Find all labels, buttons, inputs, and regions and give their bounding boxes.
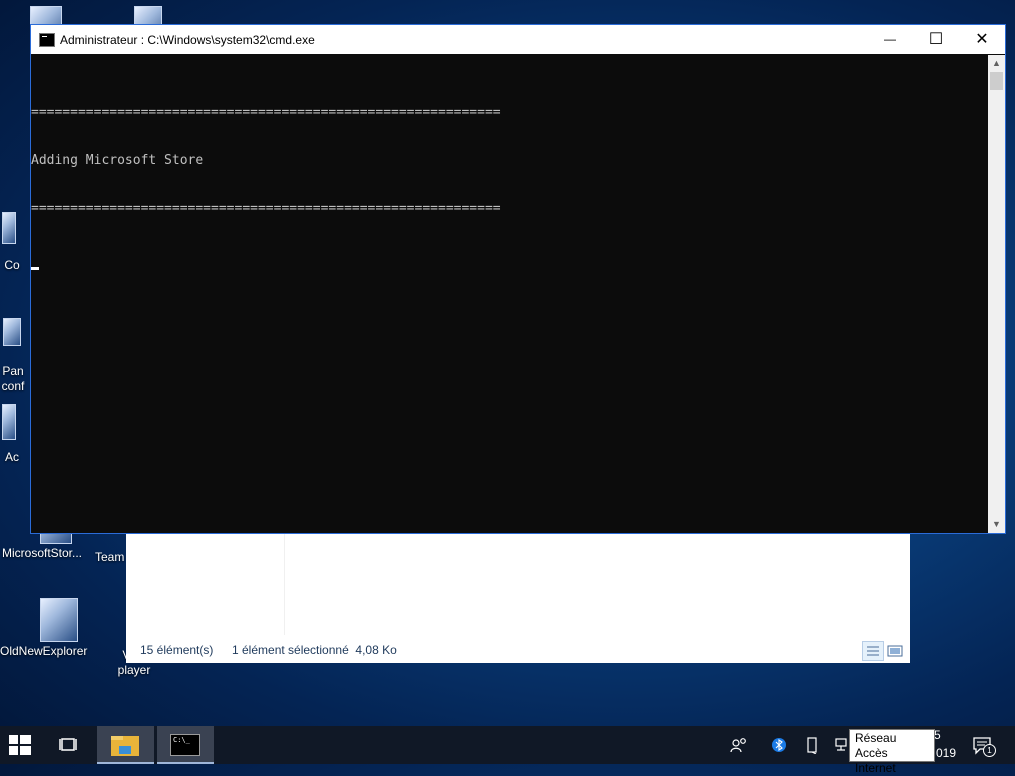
action-center-button[interactable]: 1 [972,735,996,757]
explorer-status-bar: 15 élément(s) 1 élément sélectionné 4,08… [126,635,910,663]
tooltip-line-1: Réseau [855,731,897,745]
taskbar-file-explorer[interactable] [97,726,154,764]
cmd-icon: C:\_ [170,734,200,756]
start-button[interactable] [0,726,40,764]
notification-count-badge: 1 [983,744,996,757]
status-item-count: 15 élément(s) [140,643,214,657]
oldnewexplorer-icon [40,598,78,642]
task-view-icon [59,738,77,751]
tooltip-line-2: Accès Internet [855,746,896,775]
desktop-icon-oldnewexplorer[interactable]: OldNewExplorer [0,598,88,659]
scroll-thumb[interactable] [990,72,1003,90]
console-line: ========================================… [31,105,501,120]
close-button[interactable]: ✕ [959,25,1005,54]
navigation-pane-divider [284,534,285,635]
file-explorer-window: 15 élément(s) 1 élément sélectionné 4,08… [126,534,910,663]
clock-date[interactable]: 019 [936,746,956,760]
console-output[interactable]: ========================================… [31,55,988,533]
clock-time[interactable]: 5 [934,728,941,742]
cmd-title-bar[interactable]: Administrateur : C:\Windows\system32\cmd… [31,25,1005,54]
network-tooltip: Réseau Accès Internet [849,729,935,775]
console-line: Adding Microsoft Store [31,153,204,168]
cmd-app-icon[interactable] [39,33,55,47]
usb-device-icon[interactable] [803,736,821,755]
large-icons-view-icon [887,645,903,657]
vertical-scrollbar[interactable]: ▲ ▼ [988,55,1005,533]
usb-glyph-icon [807,737,817,755]
people-glyph-icon [730,738,746,753]
desktop-icon-label: OldNewExplorer [0,644,88,658]
people-icon[interactable] [730,736,748,754]
maximize-button[interactable]: ☐ [913,25,959,54]
scroll-up-button[interactable]: ▲ [988,55,1005,72]
bluetooth-glyph-icon [772,738,786,752]
large-icons-view-button[interactable] [884,641,906,661]
window-title: Administrateur : C:\Windows\system32\cmd… [60,33,315,47]
cmd-icon-text: C:\_ [173,736,190,744]
details-view-button[interactable] [862,641,884,661]
app-icon [2,212,16,244]
minimize-button[interactable]: — [867,25,913,54]
taskbar-cmd[interactable]: C:\_ [157,726,214,764]
task-view-button[interactable] [48,726,88,764]
text-cursor [31,267,39,270]
console-line: ========================================… [31,201,501,216]
app-icon [2,404,16,440]
bluetooth-icon[interactable] [770,736,788,754]
status-selection: 1 élément sélectionné 4,08 Ko [232,643,397,657]
file-explorer-icon [111,736,139,756]
details-view-icon [867,646,879,656]
windows-logo-icon [9,735,31,755]
scroll-down-button[interactable]: ▼ [988,516,1005,533]
control-panel-icon [3,318,21,346]
cmd-window[interactable]: Administrateur : C:\Windows\system32\cmd… [30,24,1006,534]
